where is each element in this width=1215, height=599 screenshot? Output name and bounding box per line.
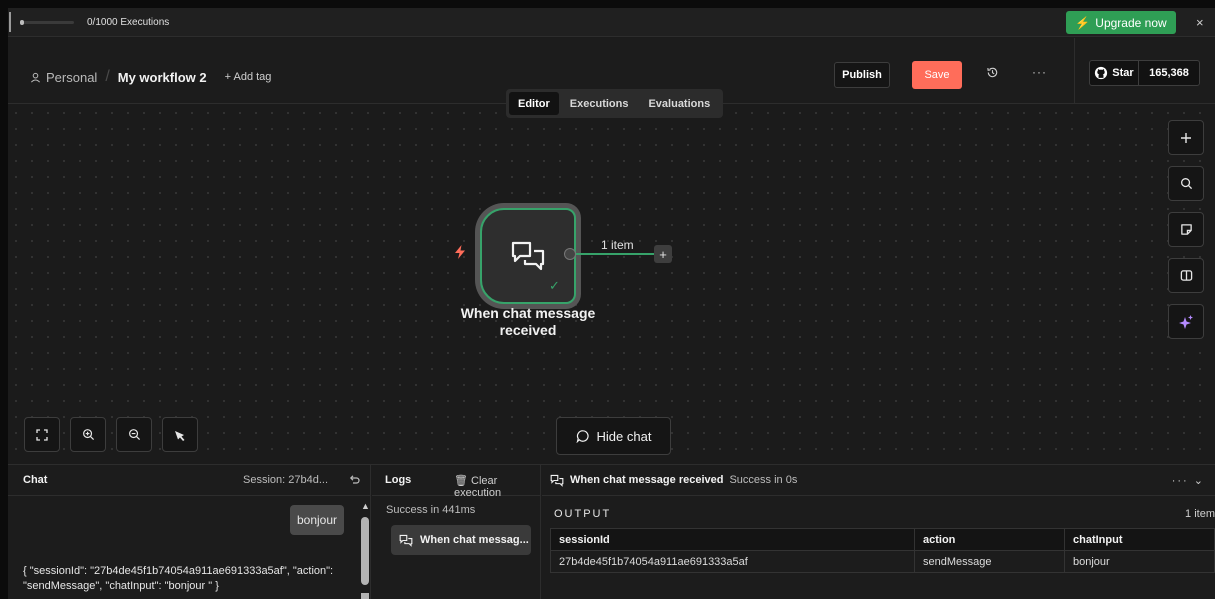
user-icon: [31, 72, 40, 82]
scroll-up-icon[interactable]: ▲: [361, 501, 370, 511]
hide-chat-label: Hide chat: [596, 428, 652, 444]
executions-progress-fill: [20, 20, 24, 25]
table-cell: 27b4de45f1b74054a911ae691333a5af: [550, 550, 915, 573]
node-output-handle[interactable]: [564, 248, 576, 260]
more-options-icon[interactable]: ···: [1032, 65, 1047, 79]
project-link[interactable]: Personal: [30, 70, 97, 85]
chat-panel: Chat Session: 27b4d... bonjour { "sessio…: [8, 465, 371, 599]
bot-response: { "sessionId": "27b4de45f1b74054a911ae69…: [23, 565, 334, 592]
canvas-zoom-toolbar: [24, 417, 198, 452]
publish-button[interactable]: Publish: [834, 62, 890, 88]
chat-icon: [576, 430, 589, 443]
history-icon[interactable]: [986, 66, 999, 82]
edge-item-count: 1 item: [601, 238, 634, 252]
panel-icon[interactable]: [1168, 258, 1204, 293]
output-status: Success in 0s: [729, 474, 798, 486]
zoom-out-icon[interactable]: [116, 417, 152, 452]
output-table: sessionId action chatInput 27b4de45f1b74…: [550, 528, 1215, 573]
output-node-name: When chat message received: [570, 474, 724, 486]
log-item[interactable]: When chat messag...: [391, 525, 531, 555]
executions-progress-track: [20, 21, 74, 24]
reset-session-icon[interactable]: [348, 473, 360, 488]
success-check-icon: ✓: [549, 278, 560, 293]
panel-controls-icon[interactable]: ··· ⌄: [1172, 474, 1205, 487]
output-panel: When chat message received Success in 0s…: [542, 465, 1215, 599]
trigger-bolt-icon: [454, 245, 466, 263]
table-row: 27b4de45f1b74054a911ae691333a5af sendMes…: [550, 550, 1215, 573]
user-message-bubble: bonjour: [290, 505, 344, 535]
trash-icon: 🗑: [454, 475, 468, 487]
github-star-label: Star: [1112, 67, 1134, 79]
log-item-label: When chat messag...: [420, 534, 529, 546]
save-button[interactable]: Save: [912, 61, 962, 89]
column-header: chatInput: [1064, 528, 1215, 551]
sticky-note-icon[interactable]: [1168, 212, 1204, 247]
header-divider: [1074, 38, 1075, 104]
chat-bubbles-icon: [399, 534, 413, 547]
connection-line: [576, 253, 661, 255]
github-star[interactable]: Star: [1090, 61, 1139, 85]
chat-bubbles-icon: [550, 474, 564, 487]
fit-view-icon[interactable]: [24, 417, 60, 452]
executions-count: 0/1000 Executions: [87, 17, 170, 28]
github-icon: [1095, 66, 1108, 80]
breadcrumb: Personal / My workflow 2 + Add tag: [30, 68, 271, 86]
table-cell: sendMessage: [914, 550, 1065, 573]
output-section-label: OUTPUT: [554, 508, 612, 520]
add-node-plus-icon[interactable]: +: [654, 245, 672, 263]
close-icon[interactable]: ×: [1196, 15, 1204, 30]
ai-sparkle-icon[interactable]: [1168, 304, 1204, 339]
table-cell: bonjour: [1064, 550, 1215, 573]
app-window: 0/1000 Executions ⚡ Upgrade now × Person…: [8, 8, 1215, 599]
logs-title: Logs: [385, 474, 412, 486]
session-id[interactable]: Session: 27b4d...: [243, 474, 328, 486]
output-header: When chat message received Success in 0s…: [542, 465, 1215, 496]
upgrade-label: Upgrade now: [1095, 15, 1167, 30]
add-tag-button[interactable]: + Add tag: [225, 71, 272, 83]
execution-summary: Success in 441ms: [386, 504, 476, 516]
executions-banner: 0/1000 Executions ⚡ Upgrade now ×: [8, 8, 1215, 37]
chat-trigger-node[interactable]: [480, 208, 576, 304]
bolt-icon: ⚡: [1075, 15, 1091, 30]
banner-divider: [9, 12, 11, 32]
column-header: action: [914, 528, 1065, 551]
workflow-canvas[interactable]: ✓ 1 item + When chat message received Hi…: [8, 105, 1215, 464]
plus-icon[interactable]: [1168, 120, 1204, 155]
clear-execution-button[interactable]: 🗑 Clear execution: [454, 474, 540, 499]
tab-evaluations[interactable]: Evaluations: [639, 92, 719, 115]
output-item-count: 1 item: [1185, 508, 1215, 520]
canvas-right-toolbar: [1168, 120, 1204, 339]
column-header: sessionId: [550, 528, 915, 551]
view-tabs: Editor Executions Evaluations: [506, 89, 723, 118]
chat-header: Chat Session: 27b4d...: [8, 465, 370, 496]
chat-scrollbar[interactable]: ▲: [360, 501, 370, 599]
scroll-thumb[interactable]: [361, 517, 369, 585]
tab-executions[interactable]: Executions: [561, 92, 638, 115]
scroll-down-icon[interactable]: [361, 593, 369, 599]
project-name: Personal: [46, 69, 98, 85]
search-icon[interactable]: [1168, 166, 1204, 201]
hide-chat-button[interactable]: Hide chat: [556, 417, 671, 455]
workflow-name[interactable]: My workflow 2: [118, 70, 207, 85]
tidy-up-icon[interactable]: [162, 417, 198, 452]
zoom-in-icon[interactable]: [70, 417, 106, 452]
logs-panel: Logs 🗑 Clear execution Success in 441ms …: [372, 465, 541, 599]
table-header-row: sessionId action chatInput: [550, 528, 1215, 551]
node-title: When chat message received: [460, 305, 596, 338]
github-star-count: 165,368: [1149, 67, 1189, 79]
breadcrumb-separator: /: [105, 68, 110, 85]
chat-title: Chat: [23, 474, 48, 486]
github-star-button[interactable]: Star 165,368: [1089, 60, 1200, 86]
bottom-panels: Chat Session: 27b4d... bonjour { "sessio…: [8, 464, 1215, 599]
upgrade-button[interactable]: ⚡ Upgrade now: [1066, 11, 1176, 34]
chat-bubbles-icon: [511, 241, 545, 271]
tab-editor[interactable]: Editor: [509, 92, 559, 115]
logs-header: Logs 🗑 Clear execution: [372, 465, 540, 499]
